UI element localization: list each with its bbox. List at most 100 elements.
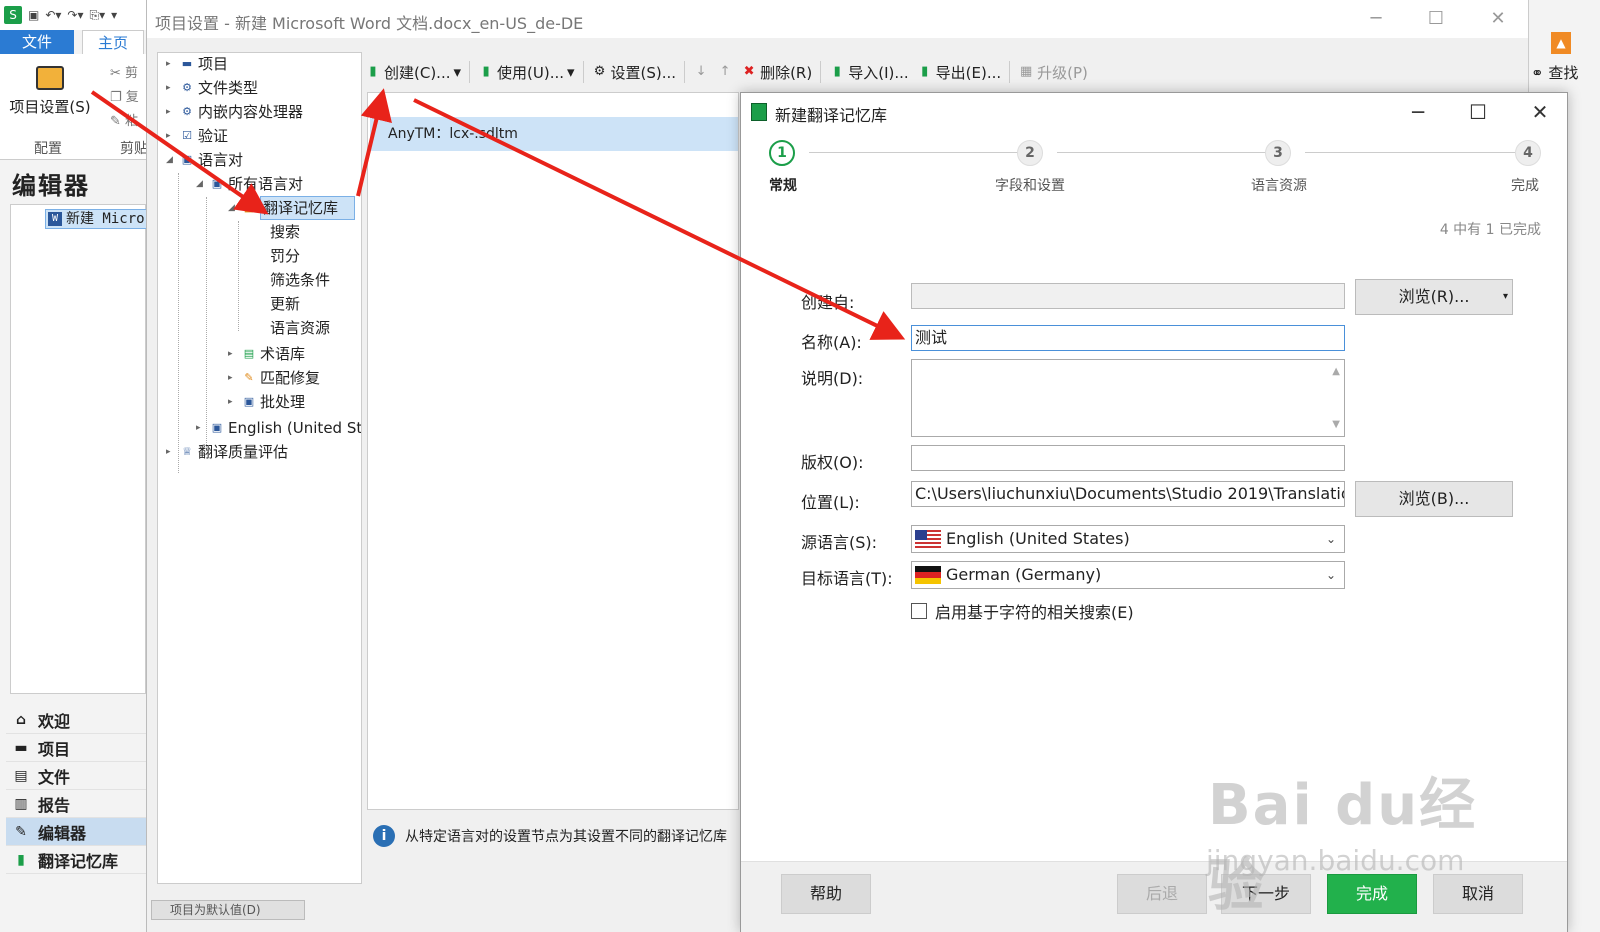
tree-node-english-pair[interactable]: ▸ ▣ English (United St bbox=[196, 417, 361, 439]
tree-node-verification[interactable]: ▸ ☑ 验证 bbox=[166, 125, 228, 147]
customize-qat-icon[interactable]: ▾ bbox=[111, 8, 117, 22]
import-tm-button[interactable]: ▮ 导入(I)... bbox=[829, 62, 909, 83]
upgrade-icon: ▦ bbox=[1020, 64, 1033, 79]
arrow-up-icon: ↑ bbox=[719, 64, 731, 79]
step-3-label: 语言资源 bbox=[1251, 178, 1307, 194]
paste-button[interactable]: ✎ 粘 bbox=[110, 110, 138, 129]
chevron-down-icon[interactable]: ⌄ bbox=[1326, 562, 1336, 588]
next-button[interactable]: 下一步 bbox=[1221, 874, 1311, 914]
tree-node-termbase[interactable]: ▸ ▤ 术语库 bbox=[228, 343, 305, 365]
cut-button[interactable]: ✂ 剪 bbox=[110, 62, 138, 81]
redo-icon[interactable]: ↷▾ bbox=[67, 8, 83, 22]
tree-node-penalties[interactable]: 罚分 bbox=[270, 245, 300, 267]
create-tm-button[interactable]: ▮ 创建(C)... ▾ bbox=[365, 62, 461, 83]
expand-icon[interactable]: ▸ bbox=[166, 53, 176, 75]
browse-created-from-button[interactable]: 浏览(R)... ▾ bbox=[1355, 279, 1513, 315]
nav-welcome[interactable]: ⌂ 欢迎 bbox=[6, 706, 146, 734]
close-button[interactable]: ✕ bbox=[1483, 8, 1513, 30]
document-list: W 新建 Micro bbox=[10, 204, 155, 694]
save-icon[interactable]: ▣ bbox=[28, 8, 39, 22]
maximize-button[interactable]: ☐ bbox=[1421, 8, 1451, 30]
tree-node-search[interactable]: 搜索 bbox=[270, 221, 300, 243]
preview-icon[interactable]: ⎘▾ bbox=[90, 8, 106, 23]
dialog-minimize-button[interactable]: ─ bbox=[1401, 99, 1435, 125]
location-field[interactable]: C:\Users\liuchunxiu\Documents\Studio 201… bbox=[911, 481, 1345, 507]
nav-files[interactable]: ▤ 文件 bbox=[6, 762, 146, 790]
dialog-maximize-button[interactable]: ☐ bbox=[1461, 99, 1495, 125]
collapse-icon[interactable]: ◢ bbox=[228, 197, 238, 219]
expand-icon[interactable]: ▸ bbox=[166, 77, 176, 99]
scroll-down-icon[interactable]: ▼ bbox=[1332, 419, 1340, 430]
tm-settings-button[interactable]: ⚙ 设置(S)... bbox=[592, 62, 676, 83]
tab-home[interactable]: 主页 bbox=[82, 30, 144, 54]
chevron-down-icon[interactable]: ⌄ bbox=[1326, 526, 1336, 552]
description-field[interactable]: ▲ ▼ bbox=[911, 359, 1345, 437]
collapse-icon[interactable]: ◢ bbox=[196, 173, 206, 195]
export-tm-button[interactable]: ▮ 导出(E)... bbox=[917, 62, 1001, 83]
tree-node-update[interactable]: 更新 bbox=[270, 293, 300, 315]
dialog-close-button[interactable]: ✕ bbox=[1523, 99, 1557, 125]
expand-icon[interactable]: ▸ bbox=[228, 343, 238, 365]
tree-node-batch[interactable]: ▸ ▣ 批处理 bbox=[228, 391, 305, 413]
name-field[interactable]: 测试 bbox=[911, 325, 1345, 351]
expand-icon[interactable]: ▸ bbox=[228, 391, 238, 413]
move-up-button[interactable]: ↑ bbox=[717, 64, 733, 80]
nav-translation-memories[interactable]: ▮ 翻译记忆库 bbox=[6, 846, 146, 874]
copyright-field[interactable] bbox=[911, 445, 1345, 471]
nav-reports[interactable]: ▥ 报告 bbox=[6, 790, 146, 818]
find-button[interactable]: ⚭ 查找 bbox=[1531, 62, 1578, 83]
chevron-down-icon[interactable]: ▾ bbox=[1503, 280, 1508, 314]
expand-icon[interactable]: ▸ bbox=[228, 367, 238, 389]
help-button[interactable]: 帮助 bbox=[781, 874, 871, 914]
tree-node-filters[interactable]: 筛选条件 bbox=[270, 269, 330, 291]
minimize-button[interactable]: ─ bbox=[1361, 8, 1391, 30]
tree-node-file-types[interactable]: ▸ ⚙ 文件类型 bbox=[166, 77, 258, 99]
upgrade-tm-button[interactable]: ▦ 升级(P) bbox=[1018, 62, 1088, 83]
expand-icon[interactable]: ▸ bbox=[196, 417, 206, 439]
expand-icon[interactable]: ▸ bbox=[166, 125, 176, 147]
delete-tm-button[interactable]: ✖ 删除(R) bbox=[741, 62, 813, 83]
tab-file[interactable]: 文件 bbox=[0, 30, 74, 54]
chevron-down-icon[interactable]: ▾ bbox=[453, 63, 461, 81]
reset-defaults-button[interactable]: 项目为默认值(D) bbox=[151, 900, 305, 920]
tree-node-language-pairs[interactable]: ◢ ▣ 语言对 bbox=[166, 149, 243, 171]
char-search-option[interactable]: 启用基于字符的相关搜索(E) bbox=[911, 599, 1134, 623]
create-tm-icon: ▮ bbox=[369, 64, 377, 79]
use-tm-button[interactable]: ▮ 使用(U)... ▾ bbox=[478, 62, 575, 83]
char-search-checkbox[interactable] bbox=[911, 603, 927, 619]
collapse-icon[interactable]: ◢ bbox=[166, 149, 176, 171]
chevron-down-icon[interactable]: ▾ bbox=[567, 63, 575, 81]
target-language-value: German (Germany) bbox=[946, 565, 1102, 584]
toolbar-separator bbox=[469, 61, 471, 83]
tree-node-fragment-repair[interactable]: ▸ ✎ 匹配修复 bbox=[228, 367, 320, 389]
scroll-up-icon[interactable]: ▲ bbox=[1332, 366, 1340, 377]
target-language-select[interactable]: German (Germany) ⌄ bbox=[911, 561, 1345, 589]
finish-button[interactable]: 完成 bbox=[1327, 874, 1417, 914]
nav-projects[interactable]: ▬ 项目 bbox=[6, 734, 146, 762]
tree-node-quality-evaluation[interactable]: ▸ ♕ 翻译质量评估 bbox=[166, 441, 288, 463]
browse-location-button[interactable]: 浏览(B)... bbox=[1355, 481, 1513, 517]
tree-node-embedded-content[interactable]: ▸ ⚙ 内嵌内容处理器 bbox=[166, 101, 303, 123]
description-label: 说明(D): bbox=[801, 369, 864, 388]
project-settings-button[interactable]: 项目设置(S) bbox=[4, 62, 96, 142]
source-language-select[interactable]: English (United States) ⌄ bbox=[911, 525, 1345, 553]
move-down-button[interactable]: ↓ bbox=[693, 64, 709, 80]
tm-list-row[interactable]: AnyTM：lcx-.sdltm bbox=[370, 117, 738, 151]
expand-icon[interactable]: ▸ bbox=[166, 101, 176, 123]
expand-icon[interactable]: ▸ bbox=[166, 441, 176, 463]
us-flag-icon bbox=[915, 530, 941, 548]
settings-tree: ▸ ▬ 项目 ▸ ⚙ 文件类型 ▸ ⚙ 内嵌内容处理器 ▸ ☑ 验证 ◢ ▣ 语言对 ◢ ▣ 所有语言对… bbox=[157, 52, 362, 884]
copy-button[interactable]: ❐ 复 bbox=[110, 86, 139, 105]
cancel-button[interactable]: 取消 bbox=[1433, 874, 1523, 914]
tree-node-translation-memory[interactable]: ◢ ■ 翻译记忆库 bbox=[228, 196, 356, 220]
tree-guide bbox=[238, 221, 239, 331]
tree-node-project[interactable]: ▸ ▬ 项目 bbox=[166, 53, 228, 75]
document-item[interactable]: W 新建 Micro bbox=[45, 209, 155, 229]
back-button[interactable]: 后退 bbox=[1117, 874, 1207, 914]
tree-node-all-language-pairs[interactable]: ◢ ▣ 所有语言对 bbox=[196, 173, 303, 195]
nav-editor[interactable]: ✎ 编辑器 bbox=[6, 818, 146, 846]
undo-icon[interactable]: ↶▾ bbox=[45, 8, 61, 22]
tree-node-language-resources[interactable]: 语言资源 bbox=[270, 317, 330, 339]
notification-icon[interactable]: ▲ bbox=[1551, 32, 1571, 54]
group-label-clipboard: 剪贴 bbox=[120, 141, 148, 157]
